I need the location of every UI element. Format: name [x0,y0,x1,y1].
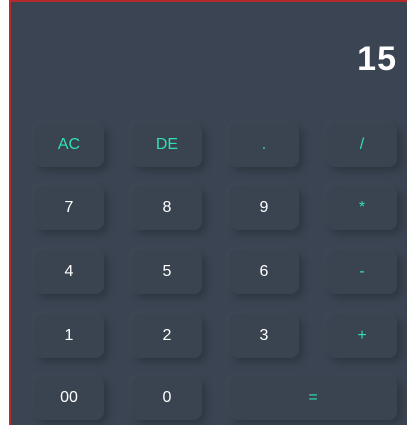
add-button[interactable]: + [327,314,397,358]
digit-3-button[interactable]: 3 [229,314,299,358]
display-value: 15 [357,40,397,78]
digit-2-button[interactable]: 2 [132,314,202,358]
digit-8-button[interactable]: 8 [132,186,202,230]
display-panel: 15 [11,2,407,112]
double-zero-button[interactable]: 00 [34,376,104,420]
digit-9-button[interactable]: 9 [229,186,299,230]
digit-7-button[interactable]: 7 [34,186,104,230]
divide-button[interactable]: / [327,123,397,167]
digit-6-button[interactable]: 6 [229,250,299,294]
multiply-button[interactable]: * [327,186,397,230]
all-clear-button[interactable]: AC [34,123,104,167]
equals-button[interactable]: = [229,376,397,420]
subtract-button[interactable]: - [327,250,397,294]
digit-5-button[interactable]: 5 [132,250,202,294]
digit-1-button[interactable]: 1 [34,314,104,358]
delete-button[interactable]: DE [132,123,202,167]
digit-0-button[interactable]: 0 [132,376,202,420]
decimal-button[interactable]: . [229,123,299,167]
calculator: 15 AC DE . / 7 8 9 * 4 5 6 - 1 2 3 + 00 … [9,0,407,425]
digit-4-button[interactable]: 4 [34,250,104,294]
